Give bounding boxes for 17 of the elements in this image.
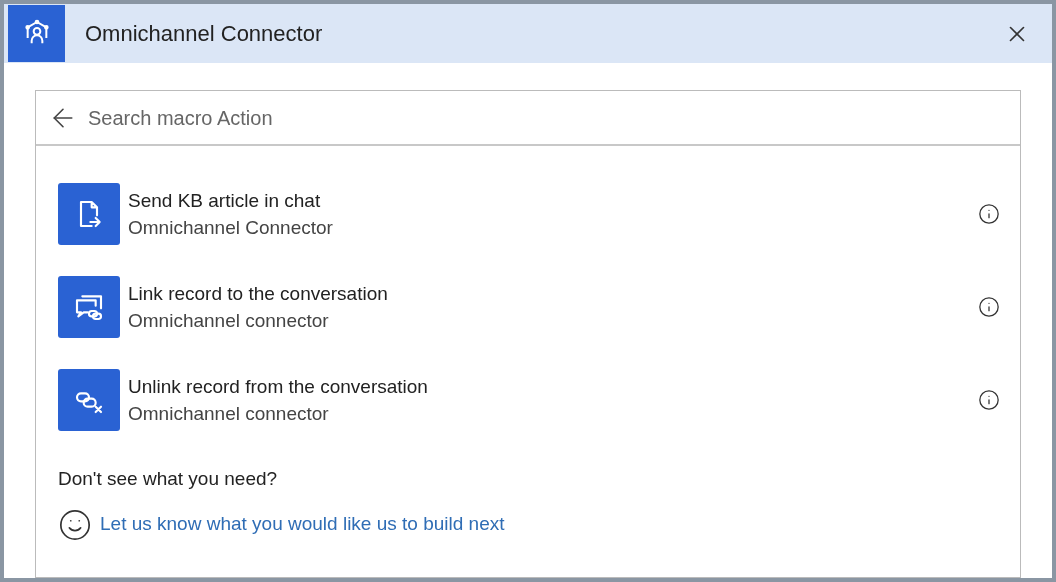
info-icon[interactable]: [978, 296, 1000, 318]
search-field[interactable]: Search macro Action: [88, 102, 1008, 133]
feedback-link[interactable]: Let us know what you would like us to build next: [100, 510, 505, 539]
action-title: Link record to the conversation: [128, 282, 388, 306]
action-subtitle: Omnichannel Connector: [128, 216, 333, 240]
action-item[interactable]: Send KB article in chat Omnichannel Connector: [58, 183, 1000, 245]
action-title: Unlink record from the conversation: [128, 375, 428, 399]
help-question: Don't see what you need?: [58, 467, 279, 491]
action-item[interactable]: Unlink record from the conversation Omnichannel connector: [58, 369, 1000, 431]
action-subtitle: Omnichannel connector: [128, 402, 330, 426]
window-title: Omnichannel Connector: [85, 20, 323, 48]
info-icon[interactable]: [978, 389, 1000, 411]
action-title: Send KB article in chat: [128, 189, 322, 213]
action-subtitle: Omnichannel connector: [128, 309, 330, 333]
info-icon[interactable]: [978, 203, 1000, 225]
action-item[interactable]: Link record to the conversation Omnichannel connector: [58, 276, 1000, 338]
smiley-icon: [58, 507, 92, 542]
